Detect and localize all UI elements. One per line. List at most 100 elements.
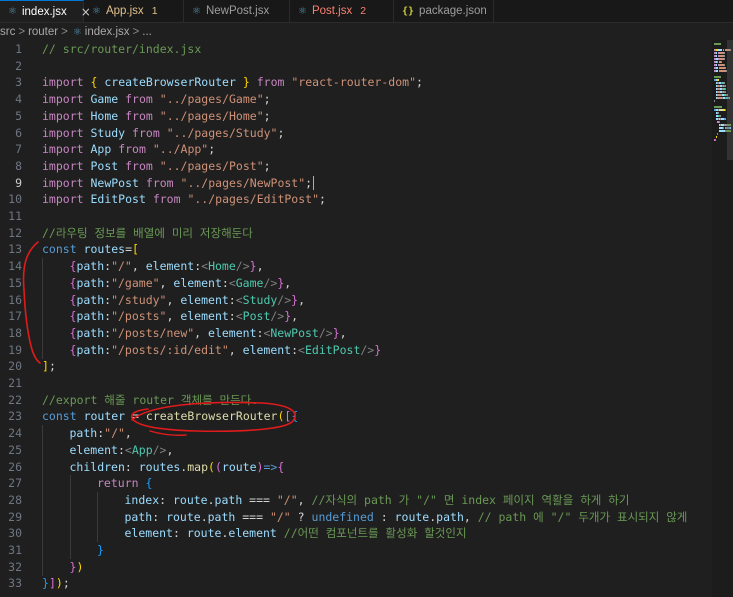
code-token: ; xyxy=(62,576,70,591)
line-number: 33 xyxy=(8,576,22,591)
minimap-token xyxy=(717,79,719,81)
indent-guide xyxy=(42,475,43,493)
code-line[interactable]: 16 {path:"/study", element:<Study/>}, xyxy=(0,291,712,309)
code-text: element: route.element //어떤 컴포넌트를 활성화 할것… xyxy=(125,525,733,542)
code-token: NewPost xyxy=(270,325,319,340)
code-line[interactable]: 1 // src/router/index.jsx xyxy=(0,41,712,58)
indent-guide xyxy=(97,491,98,509)
code-token: [ xyxy=(132,242,139,257)
indent-guide xyxy=(42,324,43,342)
code-token: : xyxy=(228,292,236,307)
minimap-token xyxy=(723,82,725,84)
code-line[interactable]: 10 import EditPost from "../pages/EditPos… xyxy=(0,191,712,208)
code-line[interactable]: 14 {path:"/", element:<Home/>}, xyxy=(0,258,712,276)
breadcrumb-item[interactable]: src xyxy=(0,26,15,38)
tab-package-json[interactable]: {} package.json xyxy=(394,0,494,22)
minimap-token xyxy=(724,109,726,111)
code-line[interactable]: 5 import Home from "../pages/Home"; xyxy=(0,108,712,125)
tab-app-jsx[interactable]: ⚛ App.jsx 1 xyxy=(84,0,184,22)
code-token: route xyxy=(186,526,222,541)
code-token: . xyxy=(200,509,208,524)
code-token: /> xyxy=(270,309,285,324)
code-line[interactable]: 19 {path:"/posts/:id/edit", element:<Edit… xyxy=(0,341,712,359)
code-line[interactable]: 28 index: route.path === "/", //자식의 path … xyxy=(0,491,712,509)
line-number: 10 xyxy=(8,192,22,207)
code-token: , xyxy=(339,325,347,340)
breadcrumb-item[interactable]: router xyxy=(28,26,58,38)
code-token: import xyxy=(42,142,84,157)
tab-index-jsx[interactable]: ⚛ index.jsx × xyxy=(0,0,91,22)
code-token: return xyxy=(97,476,139,491)
code-token: from xyxy=(125,108,153,123)
code-text: // src/router/index.jsx xyxy=(42,41,712,58)
code-line[interactable]: 33}]); xyxy=(0,575,712,592)
code-line[interactable]: 9 import NewPost from "../pages/NewPost"; xyxy=(0,175,712,192)
code-token: ; xyxy=(263,158,271,173)
code-text: {path:"/game", element:<Game/>}, xyxy=(70,275,733,292)
indent-guide xyxy=(42,258,43,276)
indent-guide xyxy=(69,508,71,526)
code-line[interactable]: 18 {path:"/posts/new", element:<NewPost/>… xyxy=(0,324,712,342)
tab-newpost-jsx[interactable]: ⚛ NewPost.jsx xyxy=(184,0,290,22)
code-line[interactable]: 29 path: route.path === "/" ? undefined :… xyxy=(0,508,712,526)
code-line[interactable]: 17 {path:"/posts", element:<Post/>}, xyxy=(0,308,712,326)
code-token: from xyxy=(145,175,174,190)
code-line[interactable]: 4 import Game from "../pages/Game"; xyxy=(0,91,712,108)
code-token: , xyxy=(291,309,299,324)
line-number: 8 xyxy=(15,158,22,173)
code-token: } xyxy=(42,576,49,591)
code-token: , xyxy=(166,442,174,457)
code-text: const routes=[ xyxy=(42,241,712,258)
minimap-token xyxy=(715,136,717,138)
code-line[interactable]: 31} xyxy=(0,542,712,559)
code-token: path xyxy=(124,509,153,524)
code-token: , xyxy=(284,275,292,290)
scrollbar-thumb[interactable] xyxy=(727,40,733,160)
code-line[interactable]: 12 //라우팅 정보를 배열에 미리 저장해둔다 xyxy=(0,225,712,242)
code-line[interactable]: 3 import { createBrowserRouter } from "re… xyxy=(0,74,712,91)
code-line[interactable]: 22 //export 해줄 router 객체를 만든다. xyxy=(0,392,712,409)
tab-post-jsx[interactable]: ⚛ Post.jsx 2 xyxy=(290,0,394,22)
line-number: 32 xyxy=(8,559,22,574)
code-token: from xyxy=(132,125,160,140)
code-token: route xyxy=(172,492,208,507)
code-token: "../pages/NewPost" xyxy=(180,175,306,190)
code-line[interactable]: 30 element: route.element //어떤 컴포넌트를 활성화 … xyxy=(0,525,712,543)
json-icon: {} xyxy=(402,5,415,17)
code-token: "../pages/Home" xyxy=(159,108,264,123)
code-line[interactable]: 11 xyxy=(0,208,712,225)
breadcrumb-item[interactable]: ... xyxy=(142,26,152,38)
code-token: ( xyxy=(214,459,222,474)
code-text: {path:"/posts", element:<Post/>}, xyxy=(70,308,733,325)
code-line[interactable]: 8 import Post from "../pages/Post"; xyxy=(0,158,712,175)
breadcrumb-item[interactable]: index.jsx xyxy=(85,26,130,38)
code-token: //라우팅 정보를 배열에 미리 저장해둔다 xyxy=(42,225,253,240)
code-editor[interactable]: 1// src/router/index.jsx 2 3 import { creat… xyxy=(0,40,712,597)
indent-guide xyxy=(69,525,71,543)
code-token: EditPost xyxy=(304,342,361,357)
code-token: path xyxy=(69,426,98,441)
code-token: "/game" xyxy=(111,275,160,290)
line-number: 19 xyxy=(8,342,22,357)
code-token: route xyxy=(221,459,257,474)
code-line[interactable]: 7 import App from "../App"; xyxy=(0,141,712,158)
code-token: : xyxy=(221,275,229,290)
code-line[interactable]: 32}) xyxy=(0,558,712,576)
code-line[interactable]: 20]; xyxy=(0,358,712,375)
code-token: "/" xyxy=(104,426,125,441)
code-line[interactable]: 23 const router = createBrowserRouter([{ xyxy=(0,408,712,425)
line-number: 22 xyxy=(8,392,22,407)
code-token: ; xyxy=(319,192,326,207)
code-line[interactable]: 26 children: routes.map((route)=>{ xyxy=(0,458,712,476)
code-token: Game xyxy=(235,275,264,290)
code-line[interactable]: 21 xyxy=(0,375,712,392)
code-line[interactable]: 6 import Study from "../pages/Study"; xyxy=(0,125,712,142)
code-text: import EditPost from "../pages/EditPost"… xyxy=(42,191,712,208)
code-line[interactable]: 15 {path:"/game", element:<Game/>}, xyxy=(0,274,712,292)
code-line[interactable]: 25 element:<App/>, xyxy=(0,441,712,459)
code-line[interactable]: 13 const routes=[ xyxy=(0,241,712,258)
code-line[interactable]: 2 xyxy=(0,58,712,75)
code-line[interactable]: 27 return { xyxy=(0,475,712,493)
code-line[interactable]: 24 path:"/", xyxy=(0,425,712,443)
